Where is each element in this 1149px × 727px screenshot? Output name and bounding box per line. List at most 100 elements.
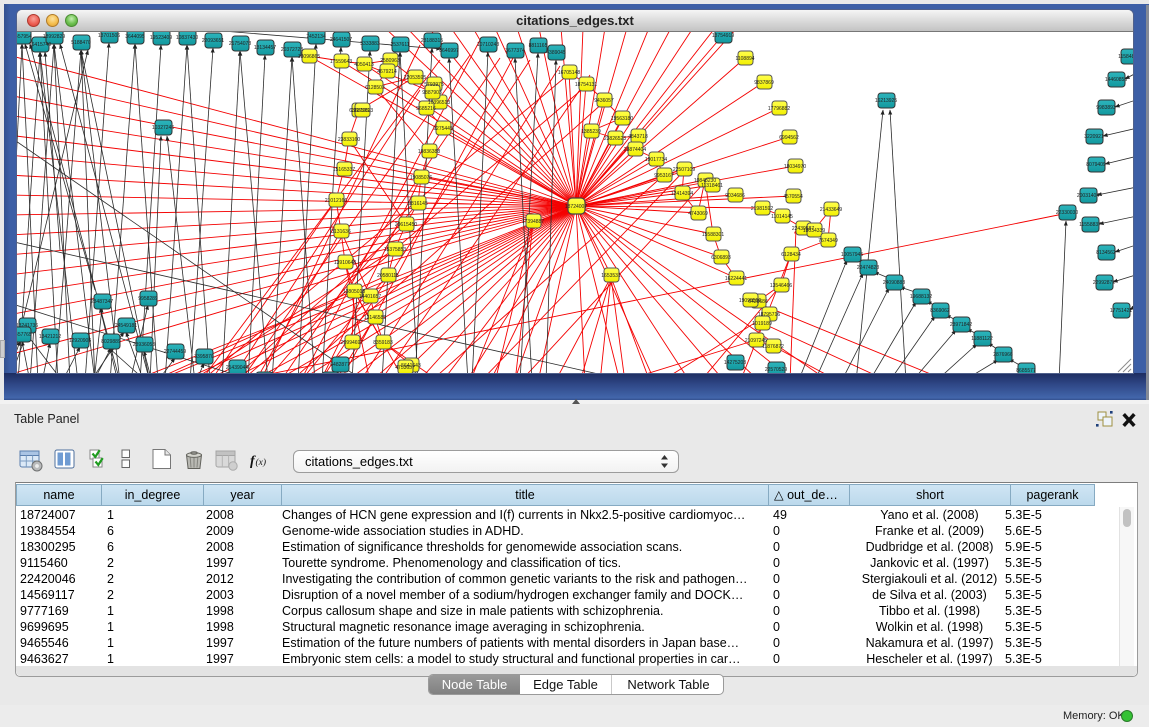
svg-text:15165337: 15165337 [333, 167, 355, 173]
svg-text:8646997: 8646997 [439, 48, 459, 54]
svg-text:23833160: 23833160 [338, 137, 360, 143]
svg-text:1108894: 1108894 [735, 56, 754, 62]
svg-text:13421212: 13421212 [39, 334, 61, 340]
svg-text:5685216: 5685216 [416, 106, 436, 112]
svg-text:5793975: 5793975 [424, 82, 444, 88]
svg-text:19523409: 19523409 [150, 35, 172, 41]
svg-text:18034339: 18034339 [803, 228, 825, 234]
svg-text:22053595: 22053595 [404, 75, 426, 81]
svg-text:13910648: 13910648 [334, 260, 356, 266]
svg-text:11876872: 11876872 [762, 344, 784, 350]
svg-text:9816145: 9816145 [408, 201, 428, 207]
svg-text:13146585: 13146585 [364, 315, 386, 321]
svg-text:16415740: 16415740 [29, 42, 51, 48]
svg-text:2457954: 2457954 [17, 34, 32, 40]
svg-text:4753657: 4753657 [395, 365, 415, 371]
svg-text:10327246: 10327246 [152, 125, 174, 131]
svg-text:21433649: 21433649 [820, 207, 842, 213]
svg-text:22507109: 22507109 [673, 167, 695, 173]
svg-text:8685577: 8685577 [1016, 368, 1036, 373]
svg-text:13179613: 13179613 [351, 108, 373, 114]
svg-text:22474828: 22474828 [857, 265, 879, 271]
svg-text:21439044: 21439044 [226, 365, 248, 371]
svg-text:20031404: 20031404 [1077, 193, 1099, 199]
svg-text:15588301: 15588301 [702, 232, 724, 238]
svg-text:11558837: 11558837 [1079, 222, 1101, 228]
svg-text:8369062: 8369062 [930, 308, 950, 314]
svg-text:17751421: 17751421 [1110, 308, 1132, 314]
svg-text:1019189: 1019189 [752, 321, 772, 327]
svg-text:20372723: 20372723 [281, 47, 303, 53]
svg-text:16705148: 16705148 [558, 70, 580, 76]
svg-text:9958289: 9958289 [138, 296, 158, 302]
svg-text:12414394: 12414394 [671, 191, 693, 197]
svg-text:13134457: 13134457 [254, 45, 276, 51]
svg-text:11881122: 11881122 [971, 336, 993, 342]
svg-text:2876966: 2876966 [993, 352, 1013, 358]
svg-text:18754131: 18754131 [575, 82, 597, 88]
svg-text:9034686: 9034686 [725, 193, 745, 199]
svg-text:20580115: 20580115 [377, 273, 399, 279]
svg-text:2537611: 2537611 [390, 42, 409, 48]
svg-text:9275445: 9275445 [433, 126, 453, 132]
svg-text:9436057: 9436057 [594, 98, 614, 104]
svg-text:19688132: 19688132 [910, 294, 932, 300]
svg-text:14275203: 14275203 [724, 360, 746, 366]
svg-text:22992872: 22992872 [1093, 280, 1115, 286]
svg-text:3333883: 3333883 [360, 41, 380, 47]
svg-text:20994697: 20994697 [341, 340, 363, 346]
svg-text:7674349: 7674349 [818, 238, 838, 244]
svg-text:6128503: 6128503 [365, 85, 385, 91]
svg-text:6482877: 6482877 [330, 362, 350, 368]
svg-text:3644095: 3644095 [125, 34, 145, 40]
svg-text:(x): (x) [256, 457, 267, 468]
svg-text:13754919: 13754919 [712, 33, 734, 39]
svg-text:9837869: 9837869 [754, 80, 774, 86]
svg-text:21754078: 21754078 [229, 41, 251, 47]
svg-text:22330030: 22330030 [1056, 210, 1078, 216]
svg-text:16213925: 16213925 [875, 98, 897, 104]
svg-text:8029889: 8029889 [101, 339, 121, 345]
svg-text:18034970: 18034970 [784, 164, 806, 170]
svg-text:8359183: 8359183 [373, 340, 393, 346]
svg-text:12920906: 12920906 [69, 338, 91, 344]
svg-text:19563180: 19563180 [611, 116, 633, 122]
svg-text:5188470: 5188470 [71, 40, 91, 46]
svg-text:4679214: 4679214 [377, 69, 397, 75]
svg-text:21012166: 21012166 [325, 198, 347, 204]
svg-text:1653531: 1653531 [601, 273, 621, 279]
svg-text:8079409: 8079409 [1086, 162, 1106, 168]
svg-text:2580963: 2580963 [380, 58, 400, 64]
svg-text:14460856: 14460856 [1105, 77, 1127, 83]
svg-text:24549181: 24549181 [115, 323, 137, 329]
svg-text:9953167: 9953167 [654, 173, 674, 179]
svg-text:22570529: 22570529 [765, 367, 787, 373]
svg-text:13701506: 13701506 [98, 33, 120, 39]
svg-text:4050413: 4050413 [354, 62, 374, 68]
svg-text:24641507: 24641507 [330, 37, 352, 43]
svg-text:6128434: 6128434 [781, 252, 801, 258]
svg-text:19836388: 19836388 [418, 149, 440, 155]
svg-text:23188315: 23188315 [421, 38, 443, 44]
svg-text:1385239: 1385239 [581, 129, 601, 135]
svg-text:17796882: 17796882 [768, 106, 790, 112]
svg-text:3677374: 3677374 [505, 48, 525, 54]
svg-text:7452134: 7452134 [306, 34, 326, 40]
svg-text:22744459: 22744459 [164, 349, 186, 355]
svg-text:24090883: 24090883 [883, 280, 905, 286]
svg-text:4389045: 4389045 [546, 50, 566, 56]
svg-text:6306893: 6306893 [711, 255, 731, 261]
svg-text:20615450: 20615450 [395, 222, 417, 228]
svg-text:23487347: 23487347 [91, 299, 113, 305]
svg-text:11584847: 11584847 [1118, 54, 1133, 60]
svg-text:19085076: 19085076 [410, 175, 432, 181]
svg-text:18795716: 18795716 [758, 312, 780, 318]
svg-text:18992829: 18992829 [43, 34, 65, 40]
svg-text:13546466: 13546466 [770, 283, 792, 289]
svg-text:8811165: 8811165 [529, 43, 548, 49]
svg-text:3395870: 3395870 [194, 354, 214, 360]
svg-text:23826523: 23826523 [604, 136, 626, 142]
svg-text:10837430: 10837430 [176, 35, 198, 41]
svg-text:11318461: 11318461 [701, 183, 723, 189]
svg-text:18724007: 18724007 [565, 204, 587, 210]
